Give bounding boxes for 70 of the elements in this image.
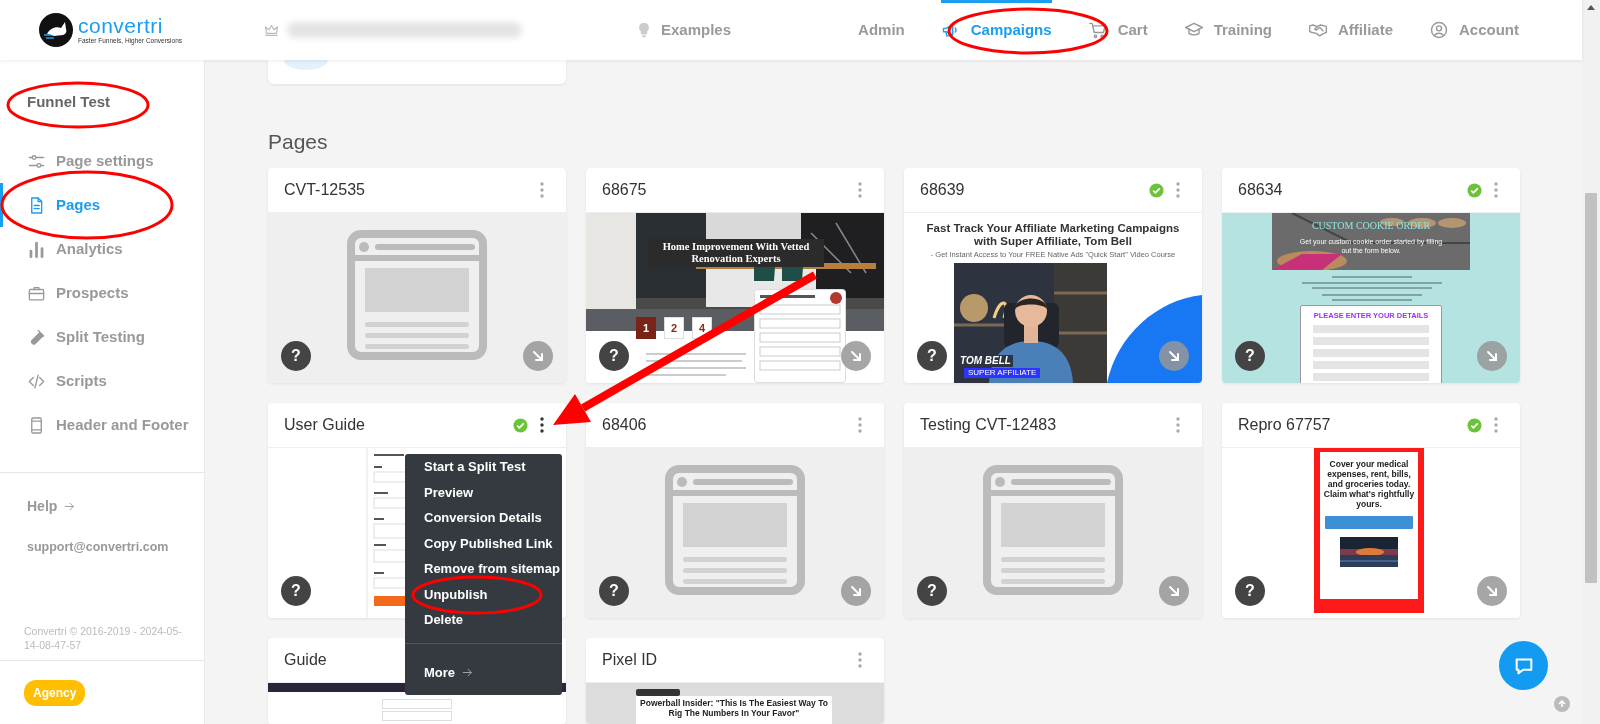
role-caption: SUPER AFFILIATE — [964, 368, 1041, 378]
scroll-top-button[interactable] — [1554, 696, 1570, 712]
menu-item[interactable]: Copy Published Link — [405, 530, 562, 556]
account-icon — [1429, 20, 1449, 40]
logo-text: convertri — [78, 15, 165, 37]
form-fields-drawing — [382, 699, 452, 721]
menu-item[interactable]: Unpublish — [405, 581, 562, 607]
page-placeholder-icon — [983, 465, 1123, 595]
page-title: 68639 — [920, 180, 966, 200]
tag-shape — [636, 689, 680, 696]
cart-icon — [1087, 20, 1108, 40]
page-title: CVT-12535 — [284, 180, 366, 200]
arrow-down-right-icon — [849, 349, 863, 363]
arrow-down-right-icon — [531, 349, 545, 363]
banner-title: CUSTOM COOKIE ORDER — [1310, 220, 1432, 232]
arrow-down-right-icon — [849, 584, 863, 598]
menu-item[interactable]: Start a Split Test — [405, 454, 562, 480]
help-button[interactable]: ? — [281, 576, 311, 606]
chat-button[interactable] — [1499, 641, 1548, 690]
menu-item[interactable]: Delete — [405, 607, 562, 633]
open-page-button[interactable] — [1159, 576, 1189, 606]
offer-text: Cover your medical expenses, rent, bills, and groceries today. Claim what's rightfully yours. — [1323, 459, 1415, 509]
copyright-text: Convertri © 2016-2019 - 2024-05-14-08-47-57 — [23, 624, 183, 653]
help-button[interactable]: ? — [1235, 341, 1265, 371]
plan-badge: Agency — [24, 679, 86, 706]
arrow-up-icon — [1558, 700, 1566, 708]
help-button[interactable]: ? — [599, 341, 629, 371]
article-headline: Powerball Insider: "This Is The Easiest Way To Rig The Numbers In Your Favor" — [639, 698, 829, 718]
help-button[interactable]: ? — [281, 341, 311, 371]
page-title: Guide — [284, 650, 328, 670]
open-page-button[interactable] — [523, 341, 553, 371]
page-placeholder-icon — [665, 465, 805, 595]
help-button[interactable]: ? — [599, 576, 629, 606]
page-title: Pixel ID — [602, 650, 659, 670]
menu-item[interactable]: Remove from sitemap — [405, 556, 562, 582]
arrow-down-right-icon — [1167, 584, 1181, 598]
step-number: 2 — [664, 317, 684, 339]
open-page-button[interactable] — [841, 341, 871, 371]
step-number: 1 — [636, 317, 656, 339]
thumbnail-headline: Home Improvement With Vetted Renovation Experts — [648, 239, 824, 267]
menu-item[interactable]: Conversion Details — [405, 505, 562, 531]
arrow-down-right-icon — [1485, 584, 1499, 598]
page-title: Testing CVT-12483 — [920, 415, 1058, 435]
lightbulb-icon — [636, 22, 652, 38]
more-options-button[interactable] — [538, 415, 546, 435]
menu-item[interactable]: Preview — [405, 479, 562, 505]
help-button[interactable]: ? — [1235, 576, 1265, 606]
page-title: 68634 — [1238, 180, 1284, 200]
arrow-down-right-icon — [1485, 349, 1499, 363]
support-email: support@convertri.com — [27, 539, 170, 556]
scroll-up-arrow[interactable] — [1587, 5, 1595, 10]
bar-chart-icon — [27, 239, 46, 259]
page-placeholder-icon — [347, 230, 487, 360]
name-caption: TOM BELL — [958, 355, 1013, 367]
menu-item[interactable]: More — [424, 659, 475, 685]
page-title: Repro 67757 — [1238, 415, 1332, 435]
open-page-button[interactable] — [1477, 576, 1507, 606]
open-page-button[interactable] — [1477, 341, 1507, 371]
funnel-title: Funnel Test — [27, 92, 111, 112]
arrow-down-right-icon — [1167, 349, 1181, 363]
help-button[interactable]: ? — [917, 576, 947, 606]
help-button[interactable]: ? — [917, 341, 947, 371]
page-title: 68675 — [602, 180, 648, 200]
logo-icon — [38, 12, 74, 48]
page-title: 68406 — [602, 415, 648, 435]
page-title: User Guide — [284, 415, 366, 435]
open-page-button[interactable] — [841, 576, 871, 606]
section-heading: Pages — [268, 129, 329, 155]
scrollbar-thumb[interactable] — [1585, 193, 1597, 583]
thumbnail-headline: Fast Track Your Affiliate Marketing Campaigns with Super Affiliate, Tom Bell — [925, 222, 1181, 248]
